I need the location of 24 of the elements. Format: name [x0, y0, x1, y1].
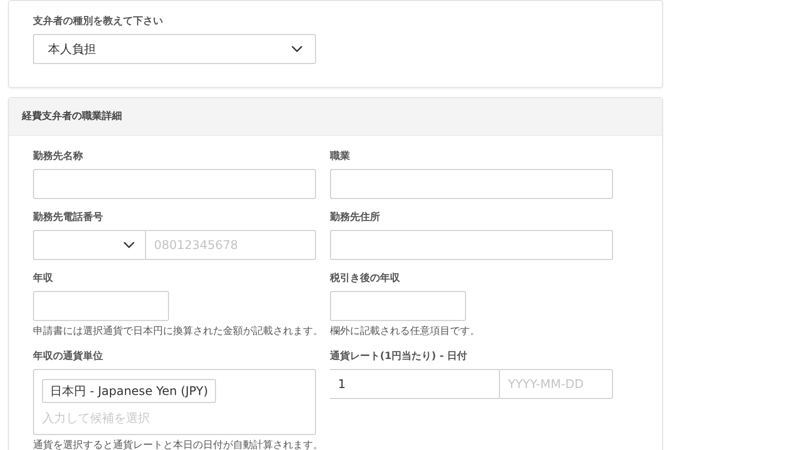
phone-field[interactable]: 08012345678 — [146, 230, 316, 260]
field-label: 勤務先住所 — [330, 211, 381, 225]
field-label: 年収 — [33, 272, 54, 286]
help-text: 欄外に記載される任意項目です。 — [330, 325, 481, 338]
help-text: 通貨を選択すると通貨レートと本日の日付が自動計算されます。 — [33, 439, 316, 450]
rate-field[interactable]: 1 — [330, 369, 500, 399]
input-field[interactable] — [330, 230, 613, 260]
field-label: 通貨レート(1円当たり) - 日付 — [330, 350, 468, 364]
input-field[interactable] — [330, 291, 466, 321]
input-field[interactable] — [330, 169, 613, 199]
field-label: 勤務先名称 — [33, 150, 84, 164]
country-code-select[interactable] — [33, 230, 146, 260]
help-text: 申請書には選択通貨で日本円に換算された金額が記載されます。 — [33, 325, 316, 338]
input-field[interactable] — [33, 169, 316, 199]
payer-type-select[interactable]: 本人負担 — [33, 34, 316, 64]
field-label: 職業 — [330, 150, 351, 164]
field-label: 勤務先電話番号 — [33, 211, 104, 225]
section-title: 経費支弁者の職業詳細 — [22, 110, 122, 124]
field-label: 支弁者の種別を教えて下さい — [33, 15, 164, 29]
field-label: 年収の通貨単位 — [33, 350, 104, 364]
field-label: 税引き後の年収 — [330, 272, 401, 286]
currency-tag[interactable]: 日本円 - Japanese Yen (JPY) — [42, 379, 216, 403]
input-field[interactable] — [33, 291, 169, 321]
date-field[interactable]: YYYY-MM-DD — [500, 369, 613, 399]
